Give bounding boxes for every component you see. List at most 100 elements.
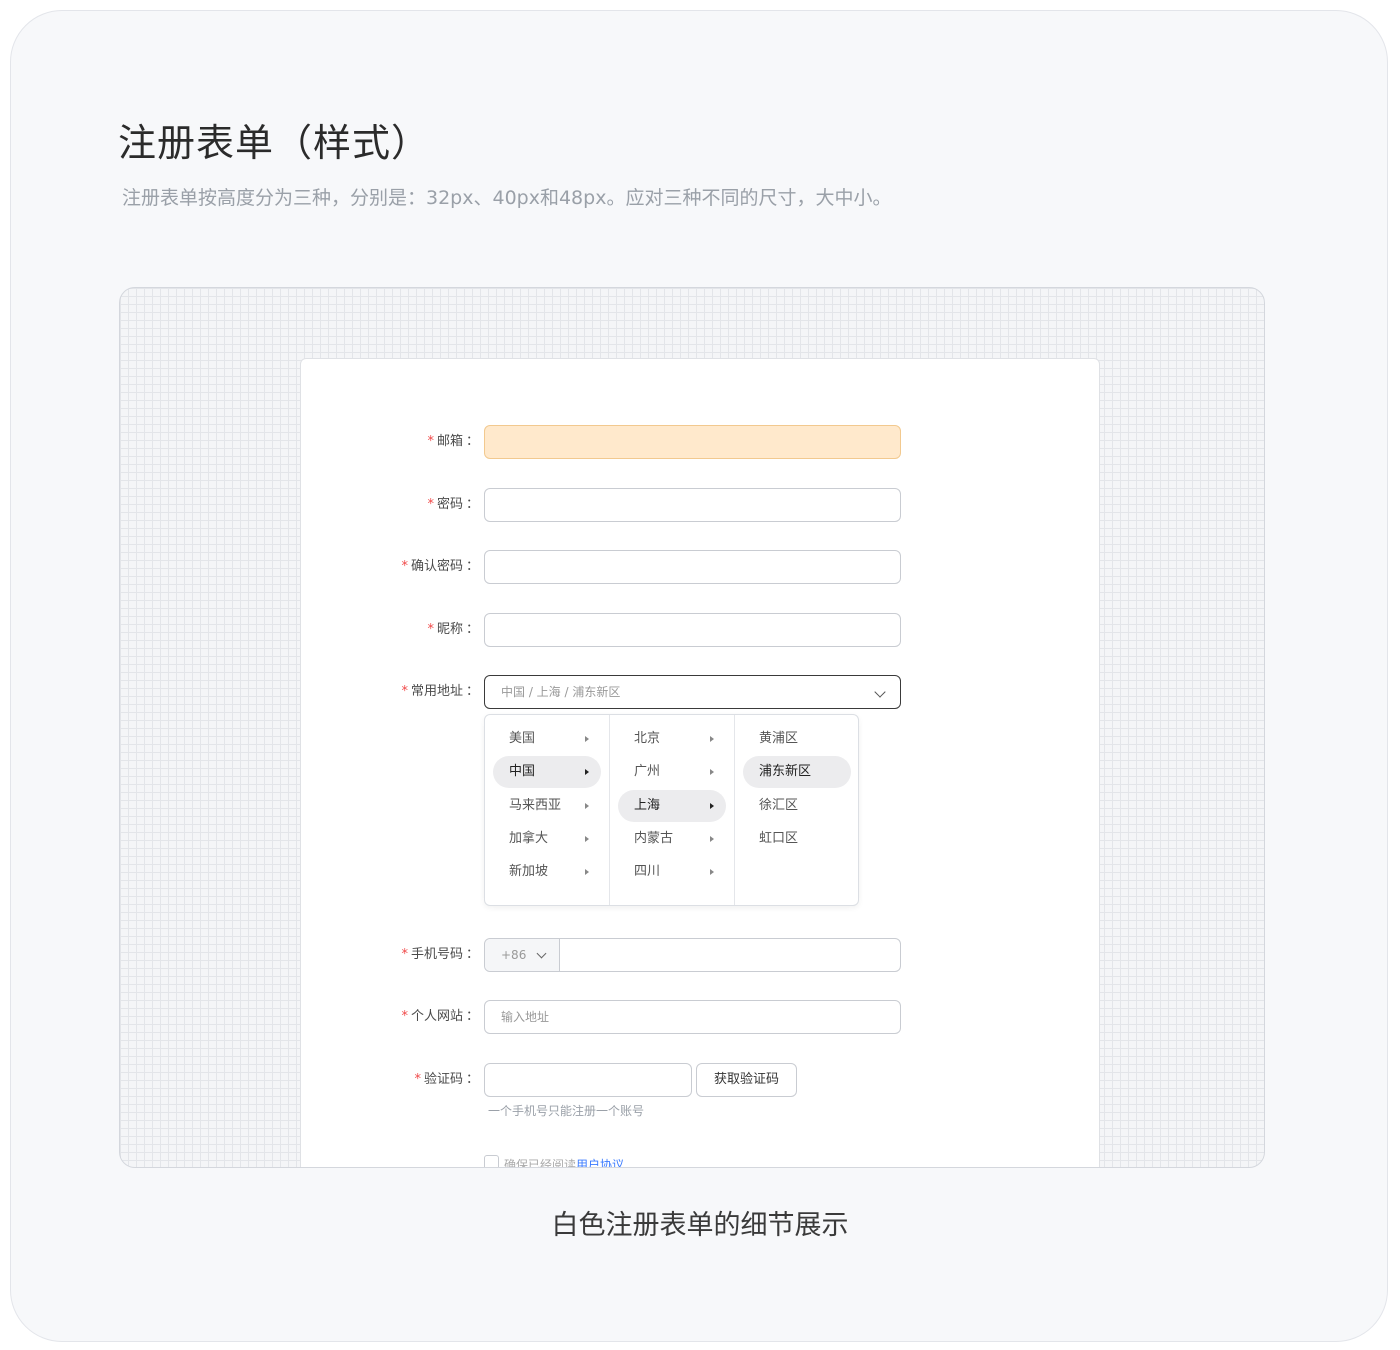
option-label: 美国 [509, 731, 536, 746]
agreement-checkbox[interactable] [484, 1155, 499, 1167]
required-mark: * [401, 947, 408, 962]
captcha-label-text: 验证码 [423, 1072, 463, 1087]
nickname-label: * 昵称： [427, 613, 479, 647]
email-input[interactable] [484, 425, 901, 459]
website-label: * 个人网站： [401, 1000, 479, 1034]
caret-right-icon [710, 836, 714, 842]
label-colon: ： [465, 434, 479, 449]
page-subtitle: 注册表单按高度分为三种，分别是：32px、40px和48px。应对三种不同的尺寸… [122, 187, 892, 209]
confirm-password-label: * 确认密码： [401, 550, 479, 584]
country-option[interactable]: 美国 [493, 723, 601, 755]
website-row: * 个人网站： 输入地址 [301, 1000, 1101, 1034]
agreement-prefix: 确保已经阅读 [504, 1158, 577, 1168]
register-form: * 邮箱： * 密码： * 确认密码： * 昵称： * 常用地址 ： 中国 / … [300, 358, 1101, 1168]
captcha-row: * 验证码： 获取验证码 [301, 1063, 1101, 1097]
phone-row: * 手机号码： +86 [301, 938, 1101, 972]
label-colon: ： [465, 559, 479, 574]
website-label-text: 个人网站 [410, 1009, 463, 1024]
country-option[interactable]: 中国 [493, 756, 601, 788]
password-label-text: 密码 [436, 497, 463, 512]
option-label: 新加坡 [509, 864, 549, 879]
option-label: 内蒙古 [634, 831, 674, 846]
caret-right-icon [585, 803, 589, 809]
required-mark: * [414, 1072, 421, 1087]
district-option[interactable]: 虹口区 [743, 823, 851, 855]
figure-caption: 白色注册表单的细节展示 [551, 1210, 849, 1241]
city-option[interactable]: 内蒙古 [618, 823, 726, 855]
user-agreement-link[interactable]: 用户协议 [576, 1158, 624, 1167]
address-label: * 常用地址： [401, 675, 479, 709]
country-column: 美国 中国 马来西亚 加拿大 新加坡 [485, 715, 610, 905]
required-mark: * [401, 1009, 408, 1024]
city-option[interactable]: 广州 [618, 756, 726, 788]
email-label-text: 邮箱 [436, 434, 463, 449]
phone-label: * 手机号码： [401, 938, 479, 972]
label-colon: ： [465, 684, 479, 699]
option-label: 四川 [634, 864, 661, 879]
password-row: * 密码： [301, 488, 1101, 522]
password-input[interactable] [484, 488, 901, 522]
grid-canvas: * 邮箱： * 密码： * 确认密码： * 昵称： * 常用地址 ： 中国 / … [119, 287, 1265, 1168]
caret-right-icon [710, 803, 714, 809]
district-option[interactable]: 徐汇区 [743, 790, 851, 822]
address-value: 中国 / 上海 / 浦东新区 [501, 685, 621, 699]
label-colon: ： [465, 947, 479, 962]
option-label: 北京 [634, 731, 661, 746]
address-cascader: 美国 中国 马来西亚 加拿大 新加坡 北京 广州 上海 内蒙古 四川 黄浦区 浦… [484, 714, 859, 906]
label-colon: ： [465, 622, 479, 637]
website-input[interactable]: 输入地址 [484, 1000, 901, 1034]
district-column: 黄浦区 浦东新区 徐汇区 虹口区 [735, 715, 860, 905]
chevron-down-icon [536, 948, 547, 959]
get-code-button[interactable]: 获取验证码 [696, 1063, 797, 1097]
caret-right-icon [585, 736, 589, 742]
address-select[interactable]: 中国 / 上海 / 浦东新区 [484, 675, 901, 709]
page-title: 注册表单（样式） [118, 121, 431, 165]
option-label: 马来西亚 [509, 798, 562, 813]
caret-right-icon [710, 769, 714, 775]
option-label: 上海 [634, 798, 661, 813]
country-option[interactable]: 加拿大 [493, 823, 601, 855]
address-row: * 常用地址： 中国 / 上海 / 浦东新区 [301, 675, 1101, 709]
caret-right-icon [585, 836, 589, 842]
caret-right-icon [585, 869, 589, 875]
nickname-input[interactable] [484, 613, 901, 647]
required-mark: * [401, 559, 408, 574]
country-option[interactable]: 马来西亚 [493, 790, 601, 822]
label-colon: ： [465, 1072, 479, 1087]
required-mark: * [427, 622, 434, 637]
country-code-value: +86 [501, 948, 527, 962]
password-label: * 密码： [427, 488, 479, 522]
captcha-hint: 一个手机号只能注册一个账号 [488, 1104, 645, 1118]
city-option[interactable]: 北京 [618, 723, 726, 755]
captcha-label: * 验证码： [414, 1063, 479, 1097]
chevron-down-icon [874, 686, 886, 698]
captcha-input[interactable] [484, 1063, 692, 1097]
email-row: * 邮箱： [301, 425, 1101, 459]
required-mark: * [401, 684, 408, 699]
agreement-text: 确保已经阅读用户协议 [504, 1156, 624, 1168]
caret-right-icon [585, 769, 589, 775]
country-option[interactable]: 新加坡 [493, 856, 601, 888]
required-mark: * [427, 497, 434, 512]
label-colon: ： [465, 497, 479, 512]
district-option[interactable]: 浦东新区 [743, 756, 851, 788]
city-column: 北京 广州 上海 内蒙古 四川 [610, 715, 735, 905]
city-option[interactable]: 四川 [618, 856, 726, 888]
option-label: 中国 [509, 764, 536, 779]
confirm-password-row: * 确认密码： [301, 550, 1101, 584]
nickname-label-text: 昵称 [436, 622, 463, 637]
phone-input[interactable]: +86 [484, 938, 901, 972]
required-mark: * [427, 434, 434, 449]
nickname-row: * 昵称： [301, 613, 1101, 647]
address-label-text: 常用地址 [410, 684, 463, 699]
option-label: 加拿大 [509, 831, 549, 846]
caret-right-icon [710, 736, 714, 742]
confirm-password-label-text: 确认密码 [410, 559, 463, 574]
option-label: 广州 [634, 764, 661, 779]
country-code-select[interactable]: +86 [485, 939, 560, 971]
district-option[interactable]: 黄浦区 [743, 723, 851, 755]
confirm-password-input[interactable] [484, 550, 901, 584]
caret-right-icon [710, 869, 714, 875]
label-colon: ： [465, 1009, 479, 1024]
city-option[interactable]: 上海 [618, 790, 726, 822]
